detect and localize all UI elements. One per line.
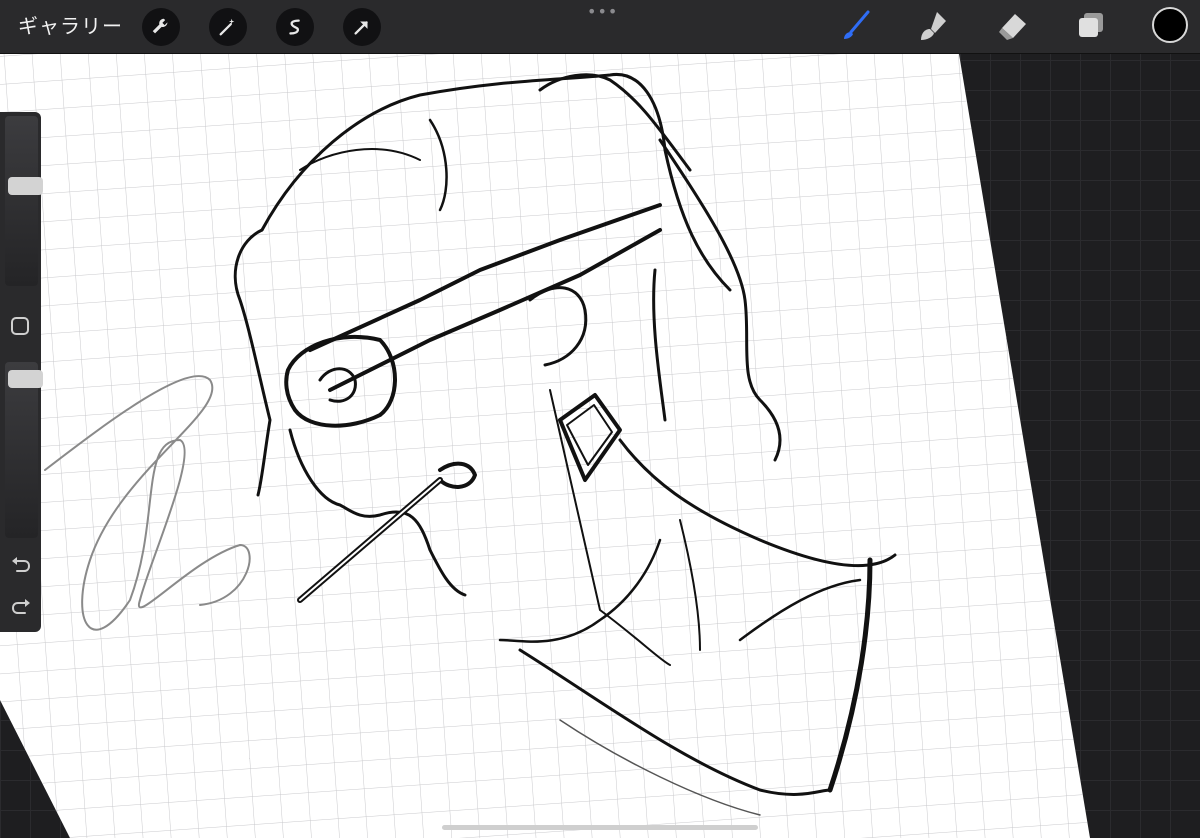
adjustments-button[interactable] <box>209 8 247 46</box>
smudge-icon <box>921 12 946 40</box>
layers-icon <box>1079 13 1103 37</box>
opacity-slider[interactable] <box>5 362 43 538</box>
drawing-canvas[interactable] <box>0 0 1200 838</box>
eraser-icon <box>999 14 1026 40</box>
brush-size-thumb[interactable] <box>8 176 43 195</box>
paper-grid <box>0 48 1090 838</box>
selection-button[interactable] <box>276 8 314 46</box>
brush-icon <box>844 10 870 39</box>
eraser-tool[interactable] <box>993 6 1033 46</box>
gallery-button[interactable]: ギャラリー <box>18 13 123 39</box>
layers-tool[interactable] <box>1071 6 1111 46</box>
more-options-handle[interactable]: ••• <box>587 4 617 20</box>
undo-icon[interactable] <box>10 556 32 574</box>
modify-button[interactable] <box>11 317 29 335</box>
home-indicator[interactable] <box>442 825 758 830</box>
magic-wand-icon <box>219 18 235 36</box>
left-sidebar <box>0 112 43 632</box>
actions-button[interactable] <box>142 8 180 46</box>
brush-size-slider[interactable] <box>5 116 43 286</box>
opacity-thumb[interactable] <box>8 369 43 388</box>
top-toolbar: ギャラリー ••• <box>0 0 1200 53</box>
color-picker-button[interactable] <box>1152 7 1188 43</box>
brush-tool[interactable] <box>835 6 875 46</box>
transform-button[interactable] <box>343 8 381 46</box>
redo-icon[interactable] <box>10 598 32 616</box>
transform-arrow-icon <box>354 21 368 35</box>
smudge-tool[interactable] <box>913 6 953 46</box>
selection-icon <box>289 19 300 35</box>
wrench-icon <box>152 18 168 34</box>
